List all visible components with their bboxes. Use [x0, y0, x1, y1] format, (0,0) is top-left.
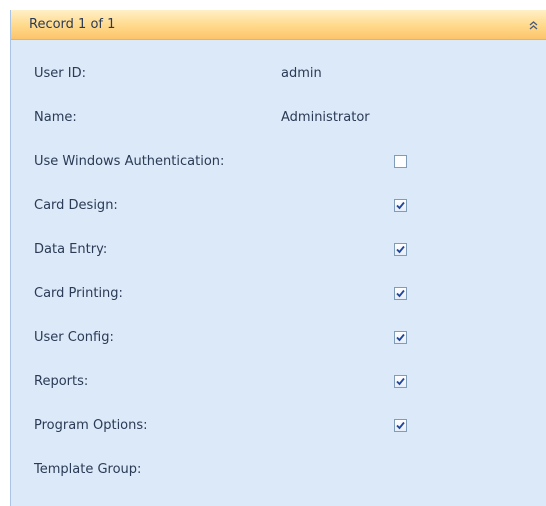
user-id-value: admin — [281, 66, 322, 81]
card-design-label: Card Design: — [34, 198, 118, 213]
double-chevron-up-icon[interactable] — [525, 17, 541, 33]
user-config-label: User Config: — [34, 330, 114, 345]
row-card-design: Card Design: — [11, 195, 546, 219]
template-group-label: Template Group: — [34, 462, 142, 477]
use-windows-authentication-checkbox[interactable] — [394, 155, 407, 168]
row-reports: Reports: — [11, 371, 546, 395]
row-use-windows-authentication: Use Windows Authentication: — [11, 151, 546, 175]
data-entry-label: Data Entry: — [34, 242, 108, 257]
user-id-label: User ID: — [34, 66, 86, 81]
use-windows-authentication-label: Use Windows Authentication: — [34, 154, 225, 169]
row-user-config: User Config: — [11, 327, 546, 351]
record-counter: Record 1 of 1 — [29, 17, 116, 32]
program-options-checkbox[interactable] — [394, 419, 407, 432]
card-design-checkbox[interactable] — [394, 199, 407, 212]
record-panel: Record 1 of 1 User ID: admin Name: Admin… — [10, 10, 546, 506]
checkmark-icon — [396, 245, 405, 254]
card-printing-label: Card Printing: — [34, 286, 123, 301]
data-entry-checkbox[interactable] — [394, 243, 407, 256]
reports-checkbox[interactable] — [394, 375, 407, 388]
checkmark-icon — [396, 377, 405, 386]
row-template-group: Template Group: — [11, 459, 546, 483]
card-printing-checkbox[interactable] — [394, 287, 407, 300]
row-card-printing: Card Printing: — [11, 283, 546, 307]
checkmark-icon — [396, 333, 405, 342]
panel-header: Record 1 of 1 — [11, 10, 546, 40]
row-data-entry: Data Entry: — [11, 239, 546, 263]
row-user-id: User ID: admin — [11, 63, 546, 87]
checkmark-icon — [396, 289, 405, 298]
name-label: Name: — [34, 110, 77, 125]
checkmark-icon — [396, 201, 405, 210]
checkmark-icon — [396, 421, 405, 430]
user-config-checkbox[interactable] — [394, 331, 407, 344]
name-value: Administrator — [281, 110, 370, 125]
row-program-options: Program Options: — [11, 415, 546, 439]
reports-label: Reports: — [34, 374, 89, 389]
program-options-label: Program Options: — [34, 418, 148, 433]
row-name: Name: Administrator — [11, 107, 546, 131]
